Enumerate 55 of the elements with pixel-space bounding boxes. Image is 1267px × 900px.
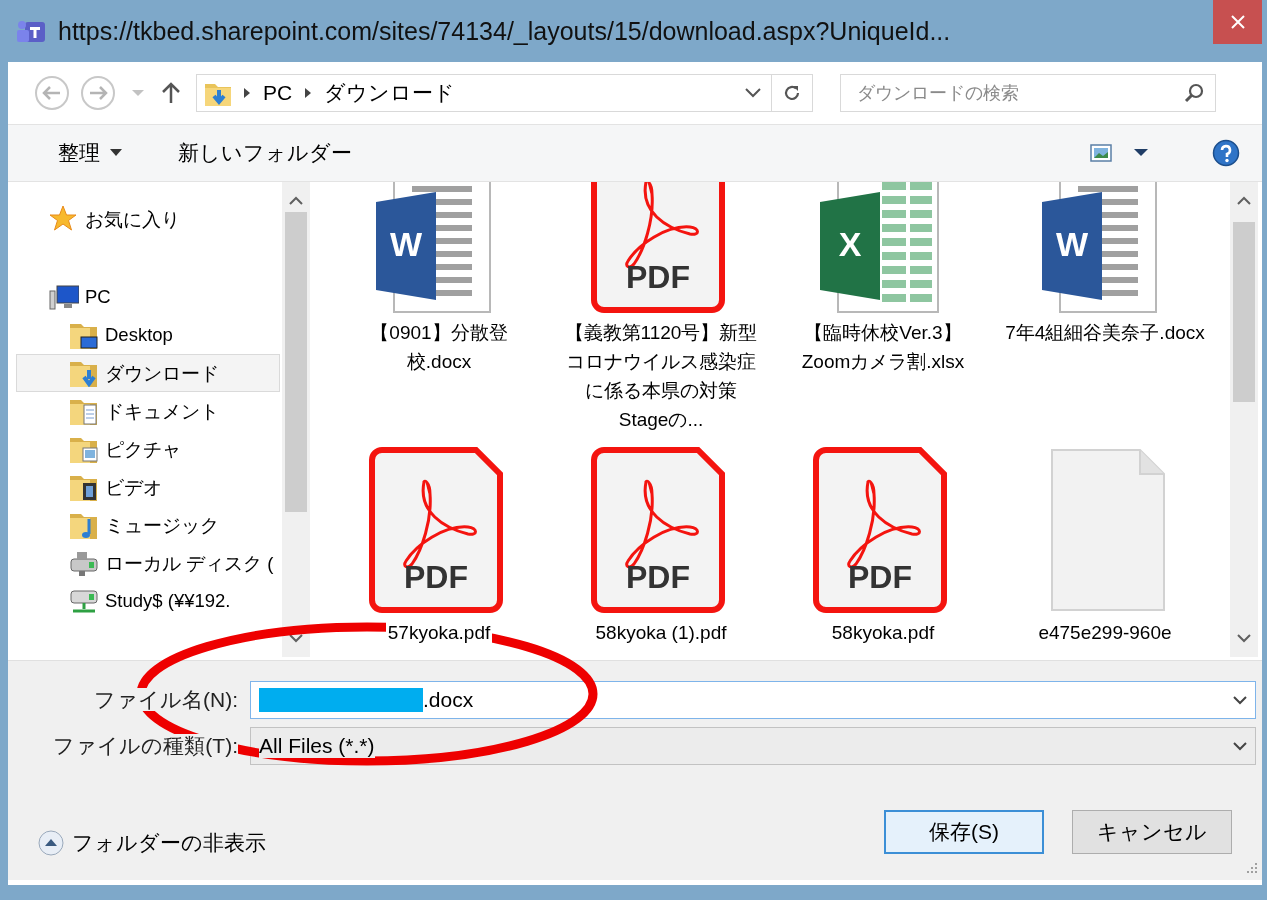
drive-icon [69, 549, 99, 577]
dropdown-chevron-icon[interactable] [745, 88, 761, 98]
sidebar-item[interactable]: ミュージック [16, 506, 280, 544]
close-button[interactable] [1213, 0, 1262, 44]
breadcrumb-link[interactable]: PC [261, 81, 295, 105]
folder-icon [69, 397, 99, 425]
breadcrumb-link[interactable]: ダウンロード [322, 79, 458, 107]
collapse-up-icon [38, 830, 64, 856]
close-icon [1230, 15, 1245, 29]
network-drive-icon [69, 587, 99, 615]
file-type-label: ファイルの種類(T): [53, 734, 238, 757]
sidebar-item[interactable]: お気に入り [16, 200, 280, 238]
sidebar-item[interactable]: Desktop [16, 316, 280, 354]
window-title: https://tkbed.sharepoint.com/sites/74134/_layouts/15/download.aspx?UniqueId... [58, 16, 951, 46]
organize-button[interactable]: 整理 [48, 133, 132, 173]
file-name[interactable]: 【0901】分散登校.docx [339, 318, 539, 434]
caret-icon [1134, 149, 1148, 157]
folder-icon [69, 359, 99, 387]
help-button[interactable] [1212, 139, 1240, 167]
scrollbar[interactable] [1230, 182, 1258, 657]
cancel-button[interactable]: キャンセル [1072, 810, 1232, 854]
star-icon [49, 205, 79, 233]
sidebar-item[interactable]: Study$ (¥¥192. [16, 582, 280, 620]
chevron-icon [243, 87, 251, 99]
dropdown-chevron-icon[interactable] [1233, 741, 1247, 751]
file-type-dropdown[interactable]: All Files (*.*) [250, 727, 1256, 765]
sidebar-item[interactable]: ダウンロード [16, 354, 280, 392]
sidebar-item[interactable]: PC [16, 278, 280, 316]
filename-field[interactable]: .docx [250, 681, 1256, 719]
resize-grip-icon [1244, 862, 1258, 876]
sidebar-item[interactable]: ピクチャ [16, 430, 280, 468]
picture-icon [1090, 144, 1112, 162]
computer-icon [49, 283, 79, 311]
dropdown-chevron-icon[interactable] [1233, 695, 1247, 705]
search-icon [1184, 83, 1204, 103]
file-name[interactable]: 【臨時休校Ver.3】Zoomカメラ割.xlsx [783, 318, 983, 434]
folder-icon [69, 321, 99, 349]
save-button[interactable]: 保存(S) [884, 810, 1044, 854]
sidebar-item[interactable]: ビデオ [16, 468, 280, 506]
refresh-icon [782, 83, 802, 103]
search-field[interactable]: ダウンロードの検索 [840, 74, 1216, 112]
caret-icon [110, 149, 122, 157]
sidebar-item[interactable]: ローカル ディスク ( [16, 544, 280, 582]
file-name[interactable]: 【義教第1120号】新型コロナウイルス感染症に係る本県の対策Stageの... [561, 318, 761, 434]
file-name[interactable]: 7年4組細谷美奈子.docx [1005, 318, 1205, 434]
scrollbar[interactable] [282, 182, 310, 657]
sidebar-item[interactable]: ドキュメント [16, 392, 280, 430]
hide-folders-button[interactable]: フォルダーの非表示 [38, 829, 266, 857]
chevron-icon [304, 87, 313, 99]
folder-icon [69, 511, 99, 539]
file-name-label: ファイル名(N): [94, 688, 238, 711]
up-button[interactable] [160, 81, 182, 105]
new-folder-button[interactable]: 新しいフォルダー [168, 133, 362, 173]
folder-icon [69, 435, 99, 463]
folder-icon [69, 473, 99, 501]
